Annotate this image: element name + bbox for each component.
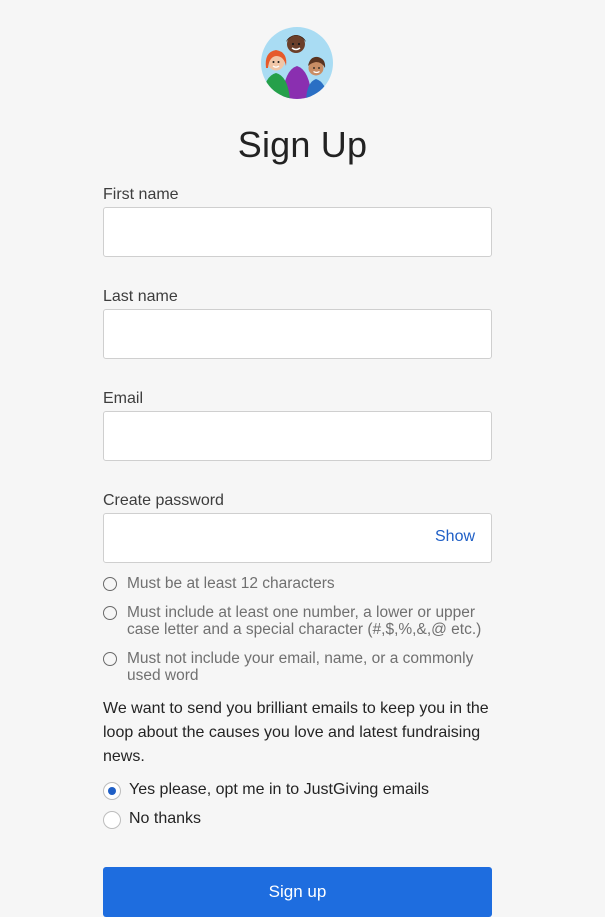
- password-label: Create password: [103, 492, 224, 509]
- password-input[interactable]: [103, 513, 492, 563]
- page-title: Sign Up: [237, 124, 368, 165]
- password-rule-text: Must include at least one number, a lowe…: [127, 604, 482, 638]
- signup-page: Sign Up First name Last name Email Creat…: [0, 0, 605, 917]
- opt-in-radio-label: Yes please, opt me in to JustGiving emai…: [129, 781, 430, 798]
- first-name-input[interactable]: [103, 207, 492, 257]
- show-password-toggle[interactable]: Show: [435, 528, 475, 546]
- marketing-consent-text: We want to send you brilliant emails to …: [103, 700, 489, 765]
- email-input[interactable]: [103, 411, 492, 461]
- last-name-input[interactable]: [103, 309, 492, 359]
- family-avatar-icon: [260, 26, 334, 100]
- opt-in-radio[interactable]: [103, 782, 121, 800]
- no-thanks-radio-option[interactable]: No thanks: [103, 809, 483, 831]
- sign-up-button[interactable]: Sign up: [103, 867, 492, 917]
- last-name-label: Last name: [103, 288, 178, 305]
- rule-status-icon: [103, 577, 117, 591]
- email-label: Email: [103, 390, 144, 407]
- rule-status-icon: [103, 652, 117, 666]
- rule-status-icon: [103, 606, 117, 620]
- no-thanks-radio-label: No thanks: [129, 810, 202, 827]
- password-rule-text: Must be at least 12 characters: [127, 575, 335, 592]
- first-name-label: First name: [103, 186, 179, 203]
- password-rule-text: Must not include your email, name, or a …: [127, 650, 474, 684]
- opt-in-radio-option[interactable]: Yes please, opt me in to JustGiving emai…: [103, 780, 483, 802]
- no-thanks-radio[interactable]: [103, 811, 121, 829]
